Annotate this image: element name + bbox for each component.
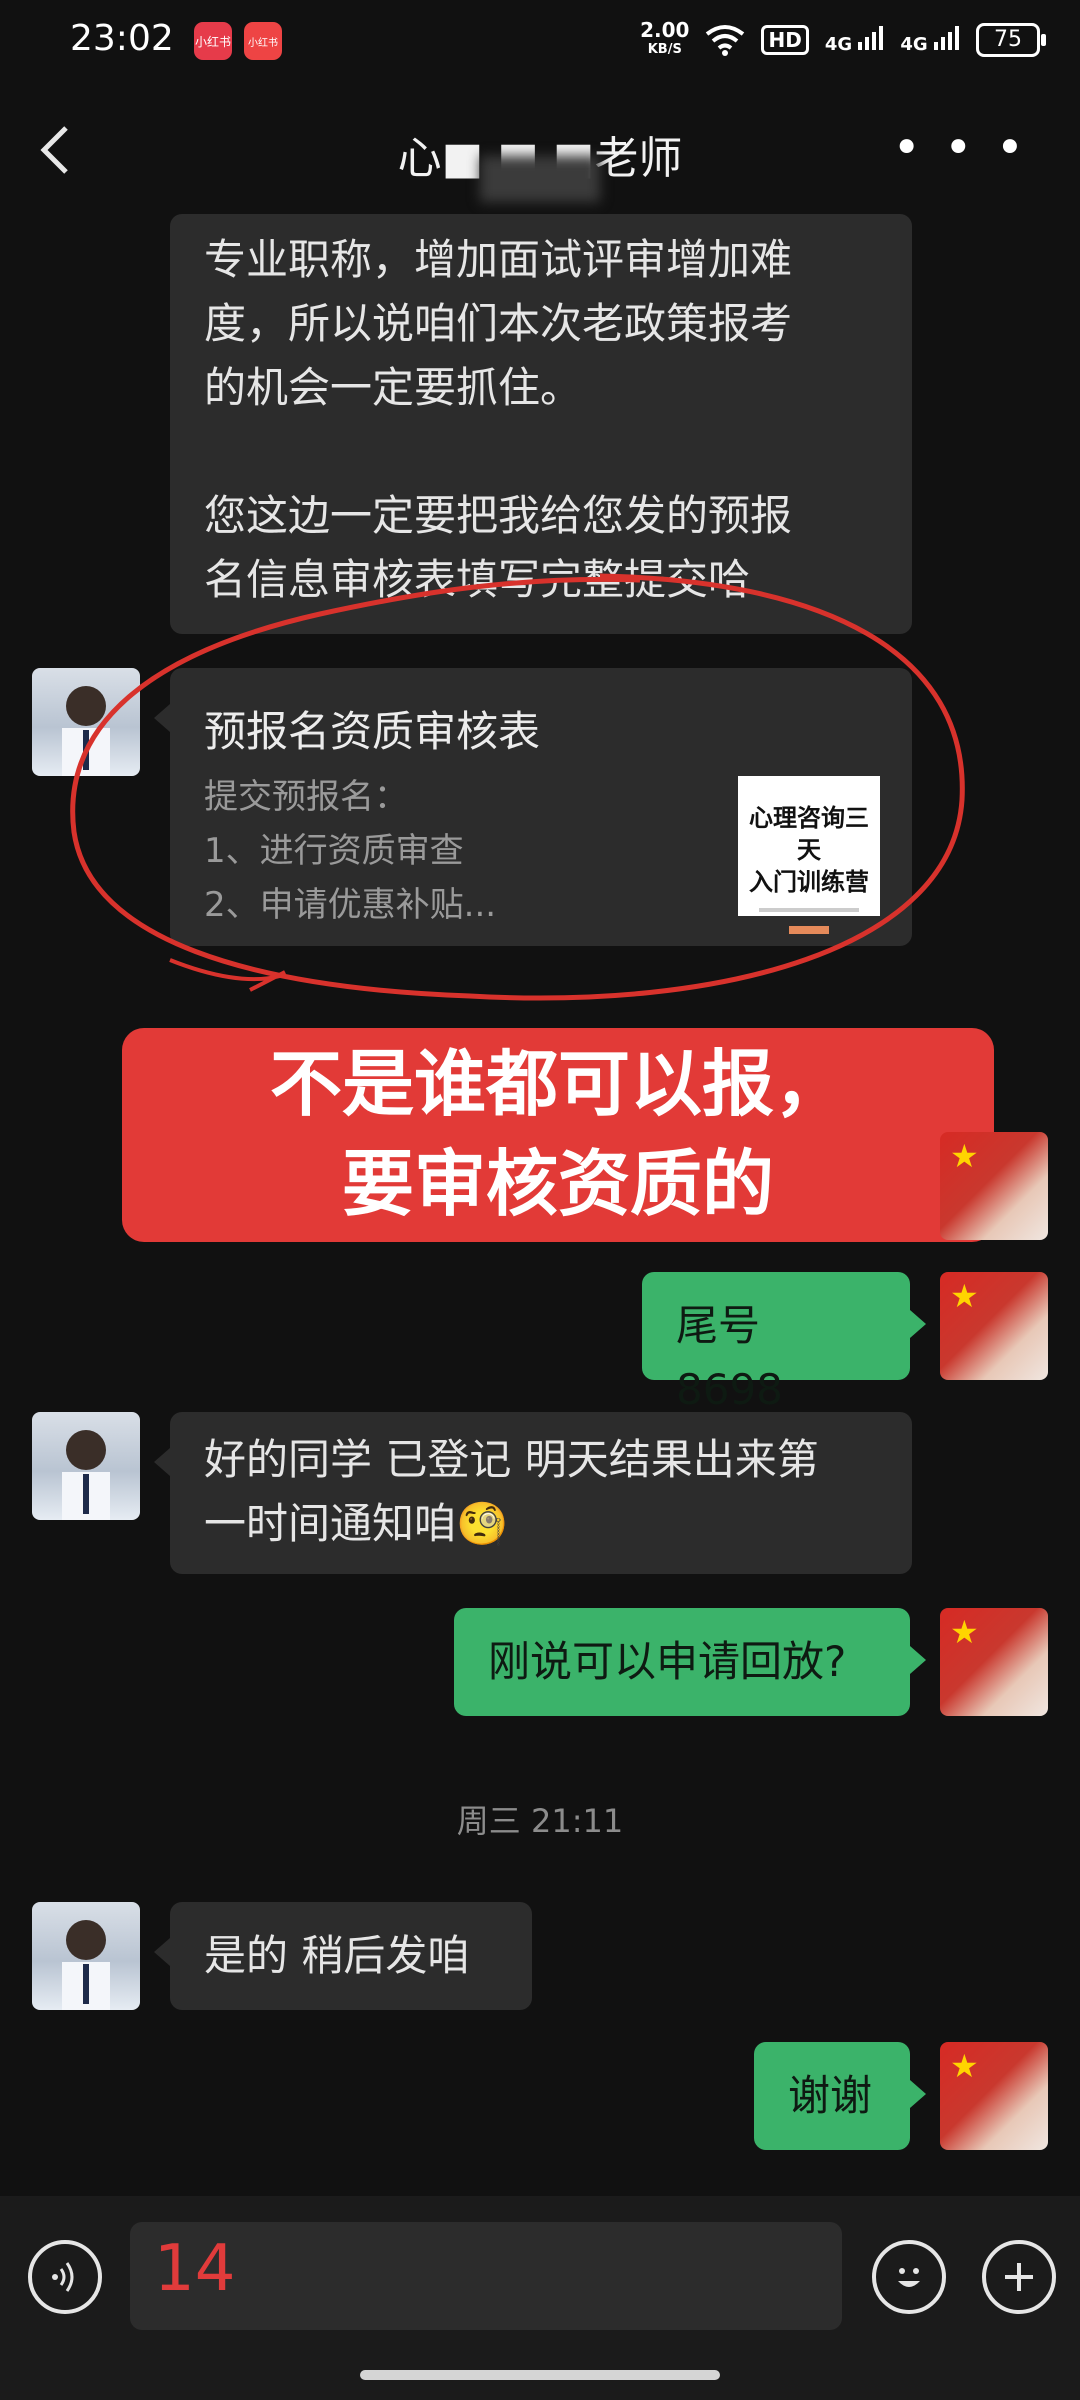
user-avatar[interactable]: ★ bbox=[940, 1608, 1048, 1716]
bubble-tail bbox=[910, 1310, 926, 1338]
outgoing-message[interactable]: 刚说可以申请回放? bbox=[454, 1608, 910, 1716]
message-line: 度，所以说咱们本次老政策报考 bbox=[204, 299, 793, 348]
teacher-avatar[interactable] bbox=[32, 1902, 140, 2010]
plus-icon[interactable] bbox=[982, 2240, 1056, 2314]
hd-icon: HD bbox=[761, 25, 809, 55]
home-indicator[interactable] bbox=[360, 2370, 720, 2380]
bubble-tail bbox=[154, 1448, 170, 1476]
timestamp: 周三 21:11 bbox=[456, 1802, 624, 1840]
message-line: 好的同学 已登记 明天结果出来第 bbox=[204, 1435, 819, 1484]
battery-icon: 75 bbox=[976, 23, 1046, 57]
message-line: 您这边一定要把我给您发的预报 bbox=[204, 491, 793, 540]
voice-icon[interactable] bbox=[28, 2240, 102, 2314]
signal-4g-1: 4G bbox=[825, 25, 885, 55]
user-avatar[interactable]: ★ bbox=[940, 1272, 1048, 1380]
wifi-icon bbox=[706, 25, 745, 56]
more-icon[interactable]: • • • bbox=[893, 124, 1028, 172]
incoming-message[interactable]: 是的 稍后发咱 bbox=[170, 1902, 532, 2010]
outgoing-message[interactable]: 谢谢 bbox=[754, 2042, 910, 2150]
bubble-tail bbox=[910, 1646, 926, 1674]
title-blur bbox=[480, 156, 600, 202]
signal-4g-2: 4G bbox=[900, 25, 960, 55]
user-avatar[interactable]: ★ bbox=[940, 2042, 1048, 2150]
status-time: 23:02 bbox=[70, 18, 174, 59]
teacher-avatar[interactable] bbox=[32, 1412, 140, 1520]
emoji-icon: 🧐 bbox=[456, 1499, 509, 1548]
input-value: 14 bbox=[154, 2232, 236, 2306]
annotation-circle bbox=[70, 573, 965, 1001]
status-bar: 23:02 小红书 小红书 2.00 KB/S HD 4G 4G 75 bbox=[0, 0, 1080, 84]
bubble-tail bbox=[910, 2080, 926, 2108]
user-avatar-partial[interactable]: ★ bbox=[940, 1132, 1048, 1240]
message-input[interactable]: 14 bbox=[130, 2222, 842, 2330]
message-line: 一时间通知咱🧐 bbox=[204, 1499, 509, 1548]
message-line-blank bbox=[204, 420, 878, 484]
xiaohongshu-app-icon: 小红书 bbox=[194, 22, 232, 60]
status-indicators: 2.00 KB/S HD 4G 4G 75 bbox=[640, 18, 1046, 60]
network-speed: 2.00 KB/S bbox=[640, 18, 690, 57]
xiaohongshu-app-icon-2: 小红书 bbox=[244, 22, 282, 60]
annotation-banner: 不是谁都可以报， 要审核资质的 bbox=[122, 1028, 994, 1242]
message-line: 的机会一定要抓住。 bbox=[204, 363, 583, 412]
emoji-icon[interactable] bbox=[872, 2240, 946, 2314]
outgoing-message[interactable]: 尾号 8698 bbox=[642, 1272, 910, 1414]
incoming-message[interactable]: 好的同学 已登记 明天结果出来第 一时间通知咱🧐 bbox=[170, 1412, 912, 1574]
message-line: 专业职称，增加面试评审增加难 bbox=[204, 235, 793, 284]
bubble-tail bbox=[154, 1938, 170, 1966]
